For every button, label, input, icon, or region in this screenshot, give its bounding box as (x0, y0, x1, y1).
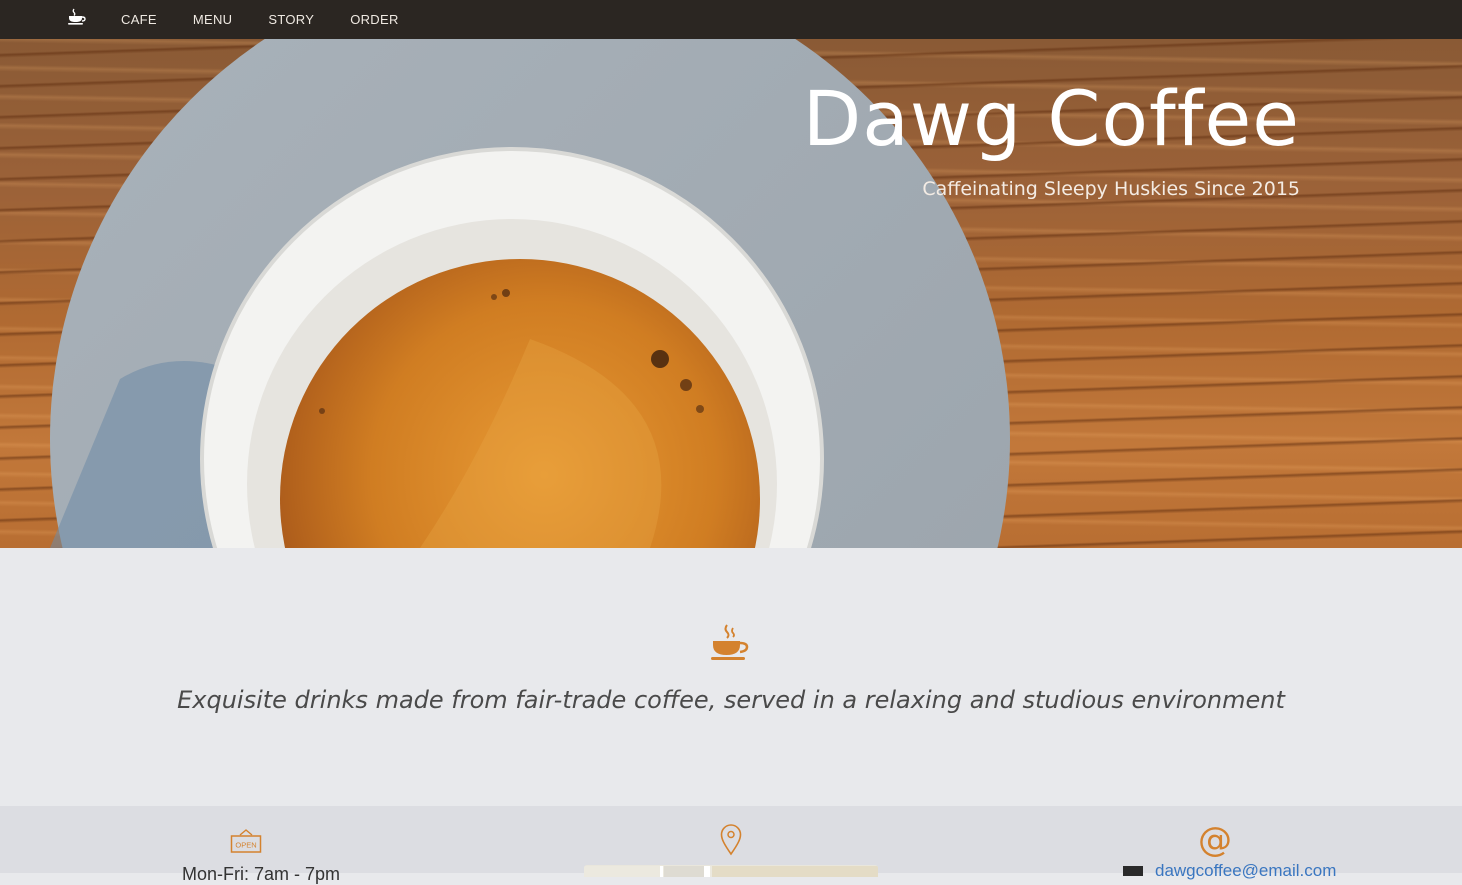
open-sign-icon: OPEN (230, 828, 262, 859)
open-sign-text: OPEN (235, 841, 256, 850)
info-section: OPEN Mon-Fri: 7am - 7pm @ dawgcoffee@ema… (0, 806, 1462, 884)
nav-link-menu[interactable]: Menu (193, 12, 232, 27)
envelope-icon (1123, 866, 1143, 876)
about-section: Exquisite drinks made from fair-trade co… (0, 548, 1462, 806)
nav-link-story[interactable]: Story (268, 12, 314, 27)
nav-link-cafe[interactable]: Cafe (121, 12, 157, 27)
top-navbar: Cafe Menu Story Order (0, 0, 1462, 39)
nav-link-order[interactable]: Order (350, 12, 398, 27)
at-sign-icon: @ (1198, 820, 1232, 862)
email-link[interactable]: dawgcoffee@email.com (1155, 862, 1336, 879)
email-row: dawgcoffee@email.com (1123, 862, 1336, 880)
steaming-coffee-icon (710, 624, 750, 662)
map-pin-icon (720, 824, 742, 861)
hero-banner: Dawg Coffee Caffeinating Sleepy Huskies … (0, 39, 1462, 548)
hours-text: Mon-Fri: 7am - 7pm (182, 864, 341, 884)
coffee-cup-icon[interactable] (67, 8, 87, 26)
tagline: Exquisite drinks made from fair-trade co… (177, 686, 1285, 714)
location-map[interactable] (584, 865, 878, 877)
nav-links: Cafe Menu Story Order (121, 0, 435, 39)
hero-subtitle: Caffeinating Sleepy Huskies Since 2015 (922, 178, 1300, 200)
svg-text:@: @ (1199, 823, 1231, 857)
hero-title: Dawg Coffee (802, 74, 1300, 163)
